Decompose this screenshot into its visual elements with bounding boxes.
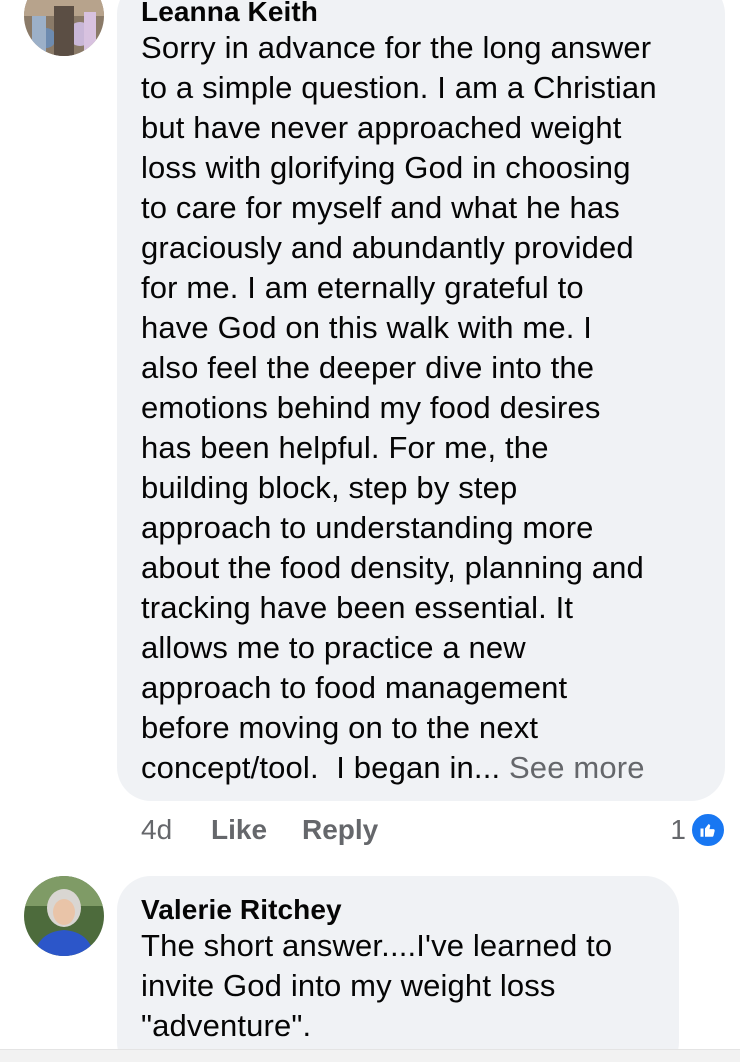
avatar-valerie-ritchey[interactable] (24, 876, 104, 956)
comment-bubble: Leanna Keith Sorry in advance for the lo… (117, 0, 725, 801)
comment-author-name[interactable]: Leanna Keith (141, 0, 701, 30)
comment-text-line: before moving on to the next (141, 710, 539, 745)
reaction-count: 1 (670, 814, 686, 845)
comment-author-name[interactable]: Valerie Ritchey (141, 892, 655, 928)
avatar-photo (24, 0, 104, 56)
avatar-photo (24, 876, 104, 956)
comment-text-line: graciously and abundantly provided (141, 230, 634, 265)
comment-text-line: "adventure". (141, 1008, 312, 1043)
comment-text-line: also feel the deeper dive into the (141, 350, 595, 385)
thumbs-up-icon (690, 812, 726, 848)
comment-text-line: but have never approached weight (141, 110, 622, 145)
comment-text-line: Sorry in advance for the long answer (141, 30, 652, 65)
comment-text: The short answer....I've learned to invi… (141, 926, 655, 1046)
reaction-summary[interactable]: 1 (670, 808, 726, 852)
comment-bubble: Valerie Ritchey The short answer....I've… (117, 876, 679, 1062)
comment-text-line: building block, step by step (141, 470, 518, 505)
comment-text-line: approach to food management (141, 670, 568, 705)
comment-text-line: invite God into my weight loss (141, 968, 556, 1003)
comments-thread: Leanna Keith Sorry in advance for the lo… (0, 0, 740, 1062)
comment-text: Sorry in advance for the long answer to … (141, 28, 701, 788)
reply-button[interactable]: Reply (302, 808, 378, 852)
comment-text-line-last: concept/tool. I began in... See more (141, 748, 701, 788)
comment-text-line: has been helpful. For me, the (141, 430, 549, 465)
comment-text-line: tracking have been essential. It (141, 590, 574, 625)
see-more-link[interactable]: See more (509, 750, 645, 785)
comment-text-line: loss with glorifying God in choosing (141, 150, 631, 185)
comment-text-line: to a simple question. I am a Christian (141, 70, 657, 105)
comment-text-line: have God on this walk with me. I (141, 310, 593, 345)
bottom-toolbar-edge (0, 1049, 740, 1062)
comment-text-line: to care for myself and what he has (141, 190, 620, 225)
comment-timestamp[interactable]: 4d (141, 808, 172, 852)
comment-text-line: for me. I am eternally grateful to (141, 270, 584, 305)
like-button[interactable]: Like (211, 808, 267, 852)
comment-text-line: emotions behind my food desires (141, 390, 601, 425)
comment-text-line: about the food density, planning and (141, 550, 644, 585)
comment-text-fragment: concept/tool. I began in... (141, 750, 509, 785)
comment-text-line: approach to understanding more (141, 510, 594, 545)
comment-text-line: allows me to practice a new (141, 630, 526, 665)
comment-text-line: The short answer....I've learned to (141, 928, 613, 963)
avatar-leanna-keith[interactable] (24, 0, 104, 56)
